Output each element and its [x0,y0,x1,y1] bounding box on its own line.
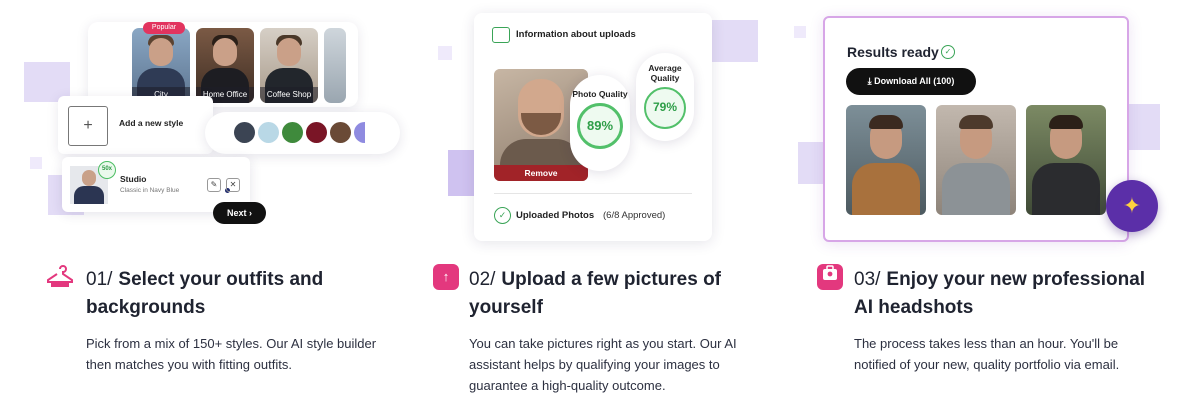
step-column-1: City Home Office Coffee Shop Popular + A… [22,0,402,413]
check-icon: ✓ [941,45,955,59]
portfolio-icon [817,264,843,290]
add-style-label: Add a new style [119,118,184,128]
style-option-label: Coffee Shop [260,87,318,103]
party-popper-icon: ✦ [1106,180,1158,232]
step-column-2: Information about uploads Remove Photo Q… [420,0,800,413]
step-2-title: 02/Upload a few pictures of yourself [469,269,722,318]
divider [494,193,692,194]
color-swatch[interactable] [258,122,279,143]
next-button[interactable]: Next › [213,202,266,224]
close-icon[interactable]: ✕ [226,178,240,192]
decorative-block [30,157,42,169]
results-card: Results ready ✓ ⤓ Download All (100) [823,16,1129,242]
popular-badge: Popular [143,22,185,34]
uploaded-photos-count: (6/8 Approved) [603,210,666,221]
upload-info-title: Information about uploads [516,29,636,40]
step-3-number: 03/ [854,269,881,290]
style-option-home-office[interactable]: Home Office [196,28,254,103]
decorative-block [794,26,806,38]
decorative-block [1128,104,1160,150]
step-3-title: 03/Enjoy your new professional AI headsh… [854,269,1146,318]
quantity-badge: 50x [98,161,116,179]
average-quality-value: 79% [644,87,686,129]
style-option-coffee-shop[interactable]: Coffee Shop [260,28,318,103]
upload-icon: ↑ [433,264,459,290]
selected-style-subtitle: Classic in Navy Blue [120,187,180,194]
average-quality-bubble: Average Quality 79% [636,53,694,141]
download-all-button[interactable]: ⤓ Download All (100) [846,68,976,95]
selected-style-title: Studio [120,174,147,184]
step-2-number: 02/ [469,269,496,290]
headshot-photo[interactable] [846,105,926,215]
check-icon: ✓ [494,207,511,224]
hanger-icon [47,264,73,290]
decorative-block [438,46,452,60]
color-swatch[interactable] [282,122,303,143]
step-column-3: Results ready ✓ ⤓ Download All (100) ✦ 0… [790,0,1170,413]
color-swatch[interactable] [330,122,351,143]
photo-quality-label: Photo Quality [572,89,628,99]
decorative-block [710,20,758,62]
color-swatch[interactable] [306,122,327,143]
style-carousel: City Home Office Coffee Shop [88,22,358,107]
step-3-description: The process takes less than an hour. You… [854,336,1120,372]
image-add-icon [492,27,510,43]
remove-button[interactable]: Remove [494,165,588,181]
photo-quality-value: 89% [577,103,623,149]
headshot-photo[interactable] [1026,105,1106,215]
decorative-block [448,150,474,196]
color-swatch[interactable] [234,122,255,143]
average-quality-label: Average Quality [648,63,682,83]
color-swatch[interactable] [354,122,365,143]
style-option-city[interactable]: City [132,28,190,103]
step-1-title: 01/Select your outfits and backgrounds [86,269,324,318]
upload-info-card: Information about uploads Remove Photo Q… [474,13,712,241]
results-title: Results ready [847,44,939,60]
photo-quality-bubble: Photo Quality 89% [570,75,630,171]
uploaded-photos-label: Uploaded Photos [516,210,595,221]
step-1-description: Pick from a mix of 150+ styles. Our AI s… [86,336,377,372]
step-2-description: You can take pictures right as you start… [469,336,737,393]
add-style-card[interactable]: + Add a new style [58,96,213,154]
step-1-number: 01/ [86,269,113,290]
headshot-photo[interactable] [936,105,1016,215]
color-swatch-picker [205,112,400,154]
edit-icon[interactable]: ✎ [207,178,221,192]
plus-icon[interactable]: + [68,106,108,146]
style-option-partial[interactable] [324,28,346,103]
